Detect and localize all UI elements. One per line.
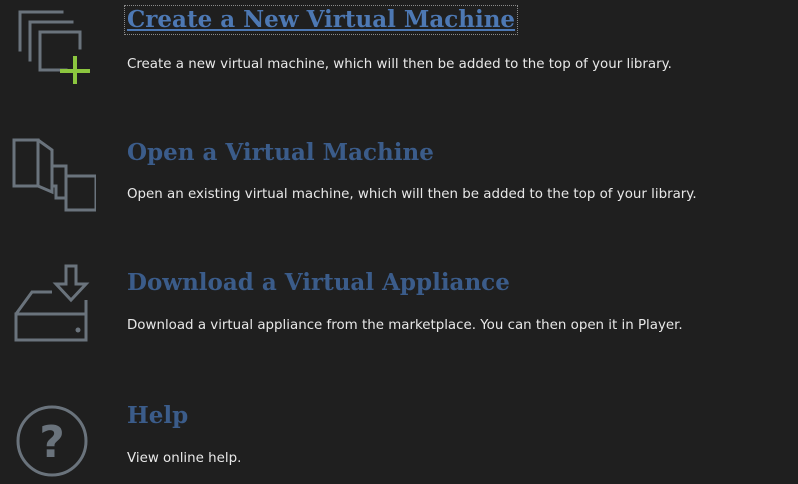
- create-vm-description: Create a new virtual machine, which will…: [127, 57, 672, 72]
- new-vm-plus-icon[interactable]: [8, 4, 96, 84]
- help-link[interactable]: Help: [127, 402, 188, 430]
- open-vm-entry: Open a Virtual Machine Open an existing …: [0, 130, 798, 240]
- open-vm-link[interactable]: Open a Virtual Machine: [127, 139, 434, 167]
- svg-text:?: ?: [39, 417, 65, 468]
- download-appliance-link[interactable]: Download a Virtual Appliance: [127, 269, 510, 297]
- create-vm-link[interactable]: Create a New Virtual Machine: [123, 5, 519, 35]
- help-description: View online help.: [127, 451, 242, 466]
- help-entry: ? Help View online help.: [0, 393, 798, 484]
- create-vm-entry: Create a New Virtual Machine Create a ne…: [0, 0, 798, 110]
- download-appliance-icon[interactable]: [8, 264, 96, 344]
- open-vm-description: Open an existing virtual machine, which …: [127, 187, 697, 202]
- download-appliance-description: Download a virtual appliance from the ma…: [127, 318, 683, 333]
- open-vm-icon[interactable]: [8, 136, 96, 216]
- home-page: Create a New Virtual Machine Create a ne…: [0, 0, 798, 484]
- download-appliance-entry: Download a Virtual Appliance Download a …: [0, 262, 798, 372]
- help-question-icon[interactable]: ?: [8, 399, 96, 479]
